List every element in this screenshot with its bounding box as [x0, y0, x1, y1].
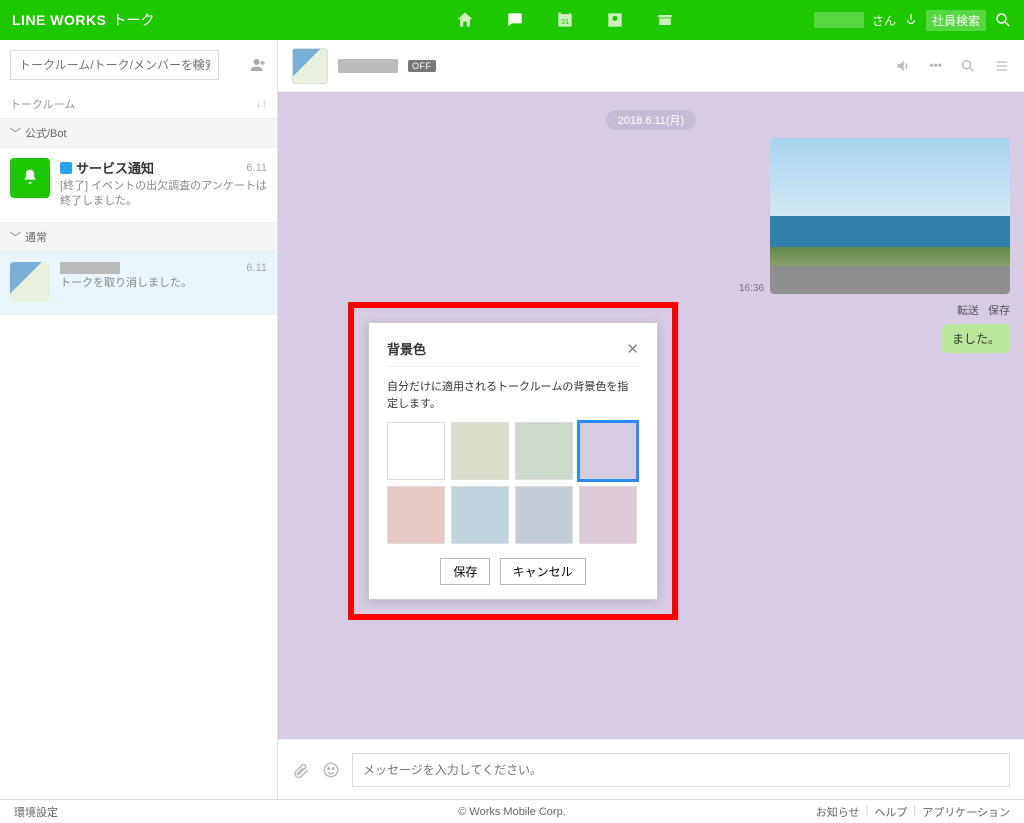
footer: 環境設定 © Works Mobile Corp. お知らせ| ヘルプ| アプリ… — [0, 799, 1024, 823]
service-badge-icon — [60, 162, 72, 174]
color-swatch[interactable] — [515, 486, 573, 544]
user-suffix: さん — [872, 12, 896, 29]
emoji-icon[interactable] — [322, 761, 340, 779]
save-link[interactable]: 保存 — [988, 305, 1010, 317]
status-badge: OFF — [408, 60, 436, 72]
avatar — [10, 262, 50, 302]
room-date: 6.11 — [246, 162, 267, 174]
sidebar-search — [0, 40, 277, 90]
room-date: 6.11 — [246, 262, 267, 274]
color-swatch[interactable] — [579, 486, 637, 544]
topbar: LINE WORKS トーク 31 さん 社員検索 — [0, 0, 1024, 40]
message-bubble: ました。 — [942, 324, 1010, 353]
more-icon[interactable]: ••• — [929, 58, 942, 74]
topbar-right: さん 社員検索 — [814, 10, 1012, 31]
top-nav: 31 — [454, 9, 676, 31]
room-snippet: [終了] イベントの出欠調査のアンケートは終了しました。 — [60, 179, 267, 210]
contacts-icon[interactable] — [604, 9, 626, 31]
save-button[interactable]: 保存 — [440, 558, 490, 585]
calendar-icon[interactable]: 31 — [554, 9, 576, 31]
home-icon[interactable] — [454, 9, 476, 31]
chat-title — [338, 59, 398, 73]
add-user-icon[interactable] — [249, 56, 267, 74]
date-pill: 2018.6.11(月) — [606, 110, 696, 130]
footer-settings[interactable]: 環境設定 — [14, 804, 58, 820]
sidebar-header: トークルーム ↓↑ — [0, 90, 277, 119]
sidebar-header-label: トークルーム — [10, 96, 75, 112]
message-time: 16:36 — [739, 283, 764, 294]
menu-icon[interactable] — [994, 58, 1010, 74]
color-swatch[interactable] — [579, 422, 637, 480]
sidebar-group-normal[interactable]: ﹀ 通常 — [0, 223, 277, 252]
sidebar: トークルーム ↓↑ ﹀ 公式/Bot サービス通知 6.11 [終了] イベント… — [0, 40, 278, 799]
room-title: サービス通知 — [76, 158, 154, 177]
sort-icon[interactable]: ↓↑ — [256, 98, 267, 110]
chat-icon[interactable] — [504, 9, 526, 31]
modal-title: 背景色 — [387, 339, 426, 358]
bg-color-modal: 背景色 ✕ 自分だけに適用されるトークルームの背景色を指定します。 保存 キャン… — [368, 322, 658, 600]
sound-icon[interactable] — [895, 58, 911, 74]
search-icon[interactable] — [191, 58, 205, 72]
footer-copyright: © Works Mobile Corp. — [458, 806, 566, 818]
footer-link-help[interactable]: ヘルプ — [874, 804, 907, 820]
chat-body: 2018.6.11(月) 16:36 転送 保存 ました。 背景色 — [278, 92, 1024, 739]
room-item-user[interactable]: 6.11 トークを取り消しました。 — [0, 252, 277, 315]
close-icon[interactable]: ✕ — [626, 340, 639, 358]
forward-link[interactable]: 転送 — [957, 305, 979, 317]
color-swatch[interactable] — [451, 486, 509, 544]
swatch-grid — [387, 422, 639, 544]
color-swatch[interactable] — [515, 422, 573, 480]
brand-section: トーク — [112, 10, 154, 30]
avatar[interactable] — [292, 48, 328, 84]
footer-link-news[interactable]: お知らせ — [816, 804, 860, 820]
footer-link-apps[interactable]: アプリケーション — [922, 804, 1010, 820]
color-swatch[interactable] — [387, 422, 445, 480]
chat-pane: OFF ••• 2018.6.11(月) 16:36 転送 保存 ました。 — [278, 40, 1024, 799]
room-title — [60, 262, 120, 274]
input-bar — [278, 739, 1024, 799]
chevron-down-icon: ﹀ — [10, 125, 21, 141]
employee-search-label[interactable]: 社員検索 — [926, 10, 986, 31]
archive-icon[interactable] — [654, 9, 676, 31]
sidebar-search-input[interactable] — [10, 50, 219, 80]
chevron-down-icon: ﹀ — [10, 229, 21, 245]
modal-highlight: 背景色 ✕ 自分だけに適用されるトークルームの背景色を指定します。 保存 キャン… — [348, 302, 678, 620]
bell-icon — [10, 158, 50, 198]
brand: LINE WORKS — [12, 12, 106, 28]
group-label: 通常 — [25, 229, 47, 245]
user-name-block — [814, 12, 864, 28]
sidebar-group-official[interactable]: ﹀ 公式/Bot — [0, 119, 277, 148]
svg-text:31: 31 — [561, 17, 569, 26]
power-icon[interactable] — [904, 13, 918, 27]
search-icon[interactable] — [960, 58, 976, 74]
modal-description: 自分だけに適用されるトークルームの背景色を指定します。 — [387, 379, 639, 412]
cancel-button[interactable]: キャンセル — [500, 558, 586, 585]
room-snippet: トークを取り消しました。 — [60, 276, 267, 291]
color-swatch[interactable] — [387, 486, 445, 544]
room-item-service[interactable]: サービス通知 6.11 [終了] イベントの出欠調査のアンケートは終了しました。 — [0, 148, 277, 223]
message-row: 16:36 — [278, 130, 1024, 302]
color-swatch[interactable] — [451, 422, 509, 480]
group-label: 公式/Bot — [25, 125, 67, 141]
attach-icon[interactable] — [292, 761, 310, 779]
message-input[interactable] — [352, 753, 1010, 787]
chat-header: OFF ••• — [278, 40, 1024, 92]
main: トークルーム ↓↑ ﹀ 公式/Bot サービス通知 6.11 [終了] イベント… — [0, 40, 1024, 799]
message-image[interactable] — [770, 138, 1010, 294]
search-icon[interactable] — [994, 11, 1012, 29]
